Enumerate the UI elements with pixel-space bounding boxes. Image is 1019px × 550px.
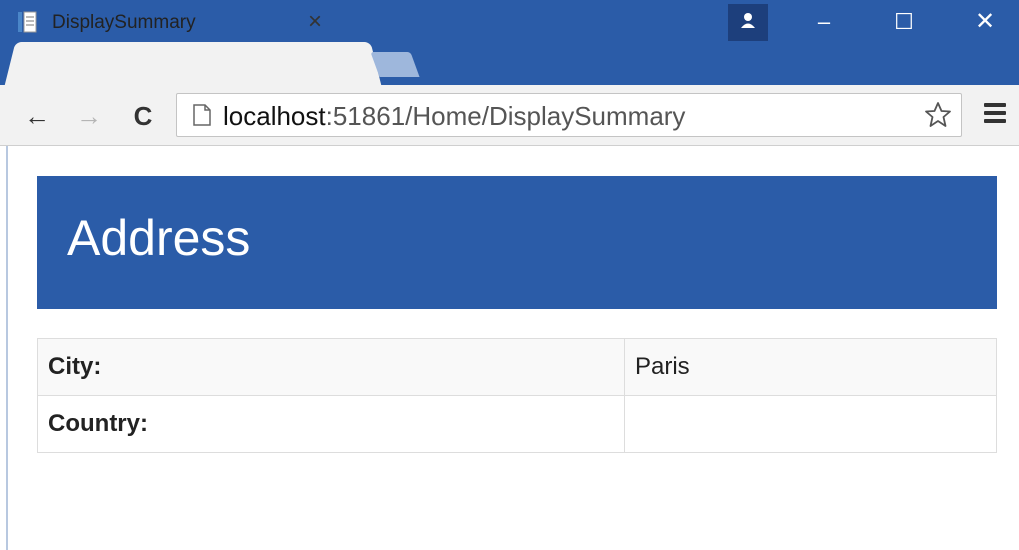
star-icon[interactable] (923, 100, 953, 130)
back-button[interactable]: ← (22, 101, 52, 131)
address-summary-table: City: Paris Country: (37, 338, 997, 453)
country-value (624, 395, 997, 453)
url-path: :51861/Home/DisplaySummary (325, 101, 686, 131)
page-content: Address City: Paris Country: (6, 146, 1019, 550)
minimize-button[interactable]: – (804, 10, 844, 34)
page-favicon-icon (18, 11, 37, 33)
reload-button[interactable]: C (128, 101, 158, 131)
browser-window: DisplaySummary × – ☐ ✕ ← → C localhost:5… (0, 0, 1019, 550)
tab-title: DisplaySummary (52, 12, 196, 33)
menu-icon[interactable] (984, 103, 1006, 127)
maximize-button[interactable]: ☐ (884, 10, 924, 34)
browser-toolbar: ← → C localhost:51861/Home/DisplaySummar… (0, 85, 1019, 146)
url-host: localhost (223, 101, 326, 131)
address-header-panel: Address (37, 176, 997, 309)
city-value: Paris (624, 338, 997, 396)
profile-icon (741, 13, 755, 28)
country-label: Country: (37, 395, 625, 453)
city-label: City: (37, 338, 625, 396)
close-window-button[interactable]: ✕ (965, 10, 1005, 34)
profile-button[interactable] (728, 4, 768, 41)
tab-display-summary[interactable] (20, 42, 366, 86)
table-row: Country: (37, 395, 997, 453)
new-tab-button[interactable] (370, 52, 420, 77)
title-bar: DisplaySummary × – ☐ ✕ (0, 0, 1019, 86)
url-text[interactable]: localhost:51861/Home/DisplaySummary (223, 101, 685, 132)
page-title: Address (67, 210, 251, 266)
page-icon (193, 104, 211, 126)
address-bar[interactable]: localhost:51861/Home/DisplaySummary (176, 93, 962, 137)
forward-button[interactable]: → (74, 101, 104, 131)
table-row: City: Paris (37, 338, 997, 396)
tab-close-icon[interactable]: × (308, 7, 322, 37)
